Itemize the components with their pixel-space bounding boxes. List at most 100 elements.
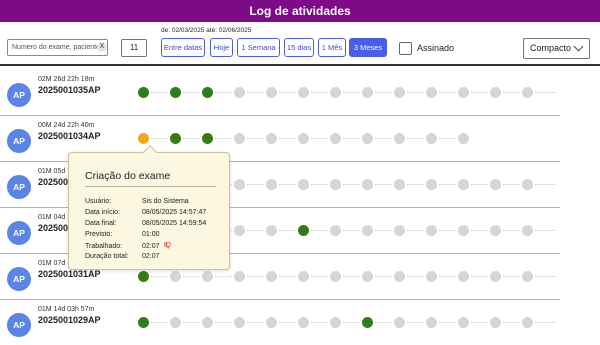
step-status-gray[interactable] bbox=[330, 179, 341, 190]
tooltip-value: 08/05/2025 14:59:54 bbox=[142, 220, 207, 227]
step-status-gray[interactable] bbox=[266, 225, 277, 236]
step-status-gray[interactable] bbox=[426, 133, 437, 144]
exam-code[interactable]: 2025001029AP bbox=[38, 315, 101, 325]
step-status-gray[interactable] bbox=[362, 133, 373, 144]
step-status-green[interactable] bbox=[138, 87, 149, 98]
timeline-connector bbox=[407, 230, 424, 231]
period-1-month-button[interactable]: 1 Mês bbox=[318, 38, 346, 57]
days-input[interactable]: 11 bbox=[121, 39, 147, 57]
step-status-green[interactable] bbox=[170, 133, 181, 144]
step-status-gray[interactable] bbox=[298, 87, 309, 98]
step-status-yellow[interactable] bbox=[138, 133, 149, 144]
timeline-connector bbox=[183, 138, 200, 139]
step-status-gray[interactable] bbox=[170, 271, 181, 282]
step-status-green[interactable] bbox=[138, 317, 149, 328]
step-status-gray[interactable] bbox=[394, 179, 405, 190]
step-status-gray[interactable] bbox=[266, 271, 277, 282]
step-status-gray[interactable] bbox=[266, 317, 277, 328]
exam-code[interactable]: 2025001035AP bbox=[38, 85, 101, 95]
step-status-gray[interactable] bbox=[458, 271, 469, 282]
step-status-gray[interactable] bbox=[458, 133, 469, 144]
step-status-gray[interactable] bbox=[234, 179, 245, 190]
period-between-dates-button[interactable]: Entre datas bbox=[161, 38, 205, 57]
step-status-gray[interactable] bbox=[522, 317, 533, 328]
exam-code[interactable]: 2025001034AP bbox=[38, 131, 101, 141]
step-status-gray[interactable] bbox=[330, 225, 341, 236]
signed-checkbox-label: Assinado bbox=[417, 43, 455, 53]
period-15-days-button[interactable]: 15 dias bbox=[284, 38, 314, 57]
period-3-months-button[interactable]: 3 Meses bbox=[349, 38, 387, 57]
step-status-gray[interactable] bbox=[426, 87, 437, 98]
step-status-gray[interactable] bbox=[298, 179, 309, 190]
activity-row[interactable]: AP 01M 14d 03h 57m 2025001029AP bbox=[0, 300, 600, 345]
step-status-green[interactable] bbox=[202, 133, 213, 144]
step-status-gray[interactable] bbox=[490, 271, 501, 282]
timeline-connector bbox=[407, 276, 424, 277]
step-status-gray[interactable] bbox=[458, 179, 469, 190]
clear-search-button[interactable]: X bbox=[97, 42, 107, 52]
step-status-gray[interactable] bbox=[330, 317, 341, 328]
step-status-gray[interactable] bbox=[394, 317, 405, 328]
step-status-gray[interactable] bbox=[234, 87, 245, 98]
step-status-gray[interactable] bbox=[362, 179, 373, 190]
step-status-gray[interactable] bbox=[266, 179, 277, 190]
step-status-gray[interactable] bbox=[266, 87, 277, 98]
step-status-gray[interactable] bbox=[426, 271, 437, 282]
step-status-gray[interactable] bbox=[394, 133, 405, 144]
step-status-green[interactable] bbox=[298, 225, 309, 236]
timeline-connector bbox=[311, 322, 328, 323]
step-status-gray[interactable] bbox=[330, 133, 341, 144]
step-status-gray[interactable] bbox=[394, 87, 405, 98]
step-status-gray[interactable] bbox=[202, 271, 213, 282]
signed-checkbox[interactable] bbox=[399, 42, 412, 55]
step-status-gray[interactable] bbox=[330, 87, 341, 98]
step-status-green[interactable] bbox=[362, 317, 373, 328]
step-status-gray[interactable] bbox=[490, 179, 501, 190]
step-status-gray[interactable] bbox=[458, 225, 469, 236]
step-status-green[interactable] bbox=[202, 87, 213, 98]
exam-code[interactable]: 2025001031AP bbox=[38, 269, 101, 279]
step-status-gray[interactable] bbox=[362, 87, 373, 98]
period-today-button[interactable]: Hoje bbox=[210, 38, 233, 57]
step-status-gray[interactable] bbox=[458, 317, 469, 328]
timeline-connector bbox=[407, 138, 424, 139]
step-status-gray[interactable] bbox=[522, 225, 533, 236]
tooltip-label: Data final: bbox=[85, 220, 117, 227]
avatar: AP bbox=[7, 83, 31, 107]
step-status-gray[interactable] bbox=[426, 225, 437, 236]
step-status-gray[interactable] bbox=[266, 133, 277, 144]
tooltip-label: Usuário: bbox=[85, 198, 112, 205]
step-status-gray[interactable] bbox=[522, 87, 533, 98]
step-status-gray[interactable] bbox=[202, 317, 213, 328]
step-status-gray[interactable] bbox=[522, 271, 533, 282]
step-status-gray[interactable] bbox=[394, 225, 405, 236]
step-status-gray[interactable] bbox=[362, 271, 373, 282]
period-1-week-button[interactable]: 1 Semana bbox=[237, 38, 280, 57]
step-status-green[interactable] bbox=[170, 87, 181, 98]
step-status-gray[interactable] bbox=[426, 317, 437, 328]
step-status-gray[interactable] bbox=[362, 225, 373, 236]
step-status-gray[interactable] bbox=[234, 271, 245, 282]
search-input[interactable]: Numero do exame, paciente bbox=[7, 39, 108, 56]
step-status-gray[interactable] bbox=[490, 225, 501, 236]
step-status-gray[interactable] bbox=[170, 317, 181, 328]
step-status-gray[interactable] bbox=[426, 179, 437, 190]
timeline-connector bbox=[471, 276, 488, 277]
step-status-gray[interactable] bbox=[234, 317, 245, 328]
step-status-gray[interactable] bbox=[490, 87, 501, 98]
timeline-connector bbox=[247, 184, 264, 185]
step-status-gray[interactable] bbox=[458, 87, 469, 98]
activity-row[interactable]: AP 02M 26d 22h 18m 2025001035AP bbox=[0, 70, 600, 116]
step-status-gray[interactable] bbox=[330, 271, 341, 282]
step-status-gray[interactable] bbox=[298, 317, 309, 328]
elapsed-time: 01M 14d 03h 57m bbox=[38, 306, 95, 313]
step-status-gray[interactable] bbox=[490, 317, 501, 328]
step-status-gray[interactable] bbox=[298, 133, 309, 144]
step-status-gray[interactable] bbox=[394, 271, 405, 282]
step-status-green[interactable] bbox=[138, 271, 149, 282]
step-status-gray[interactable] bbox=[234, 133, 245, 144]
step-status-gray[interactable] bbox=[298, 271, 309, 282]
step-status-gray[interactable] bbox=[234, 225, 245, 236]
step-status-gray[interactable] bbox=[522, 179, 533, 190]
avatar: AP bbox=[7, 175, 31, 199]
